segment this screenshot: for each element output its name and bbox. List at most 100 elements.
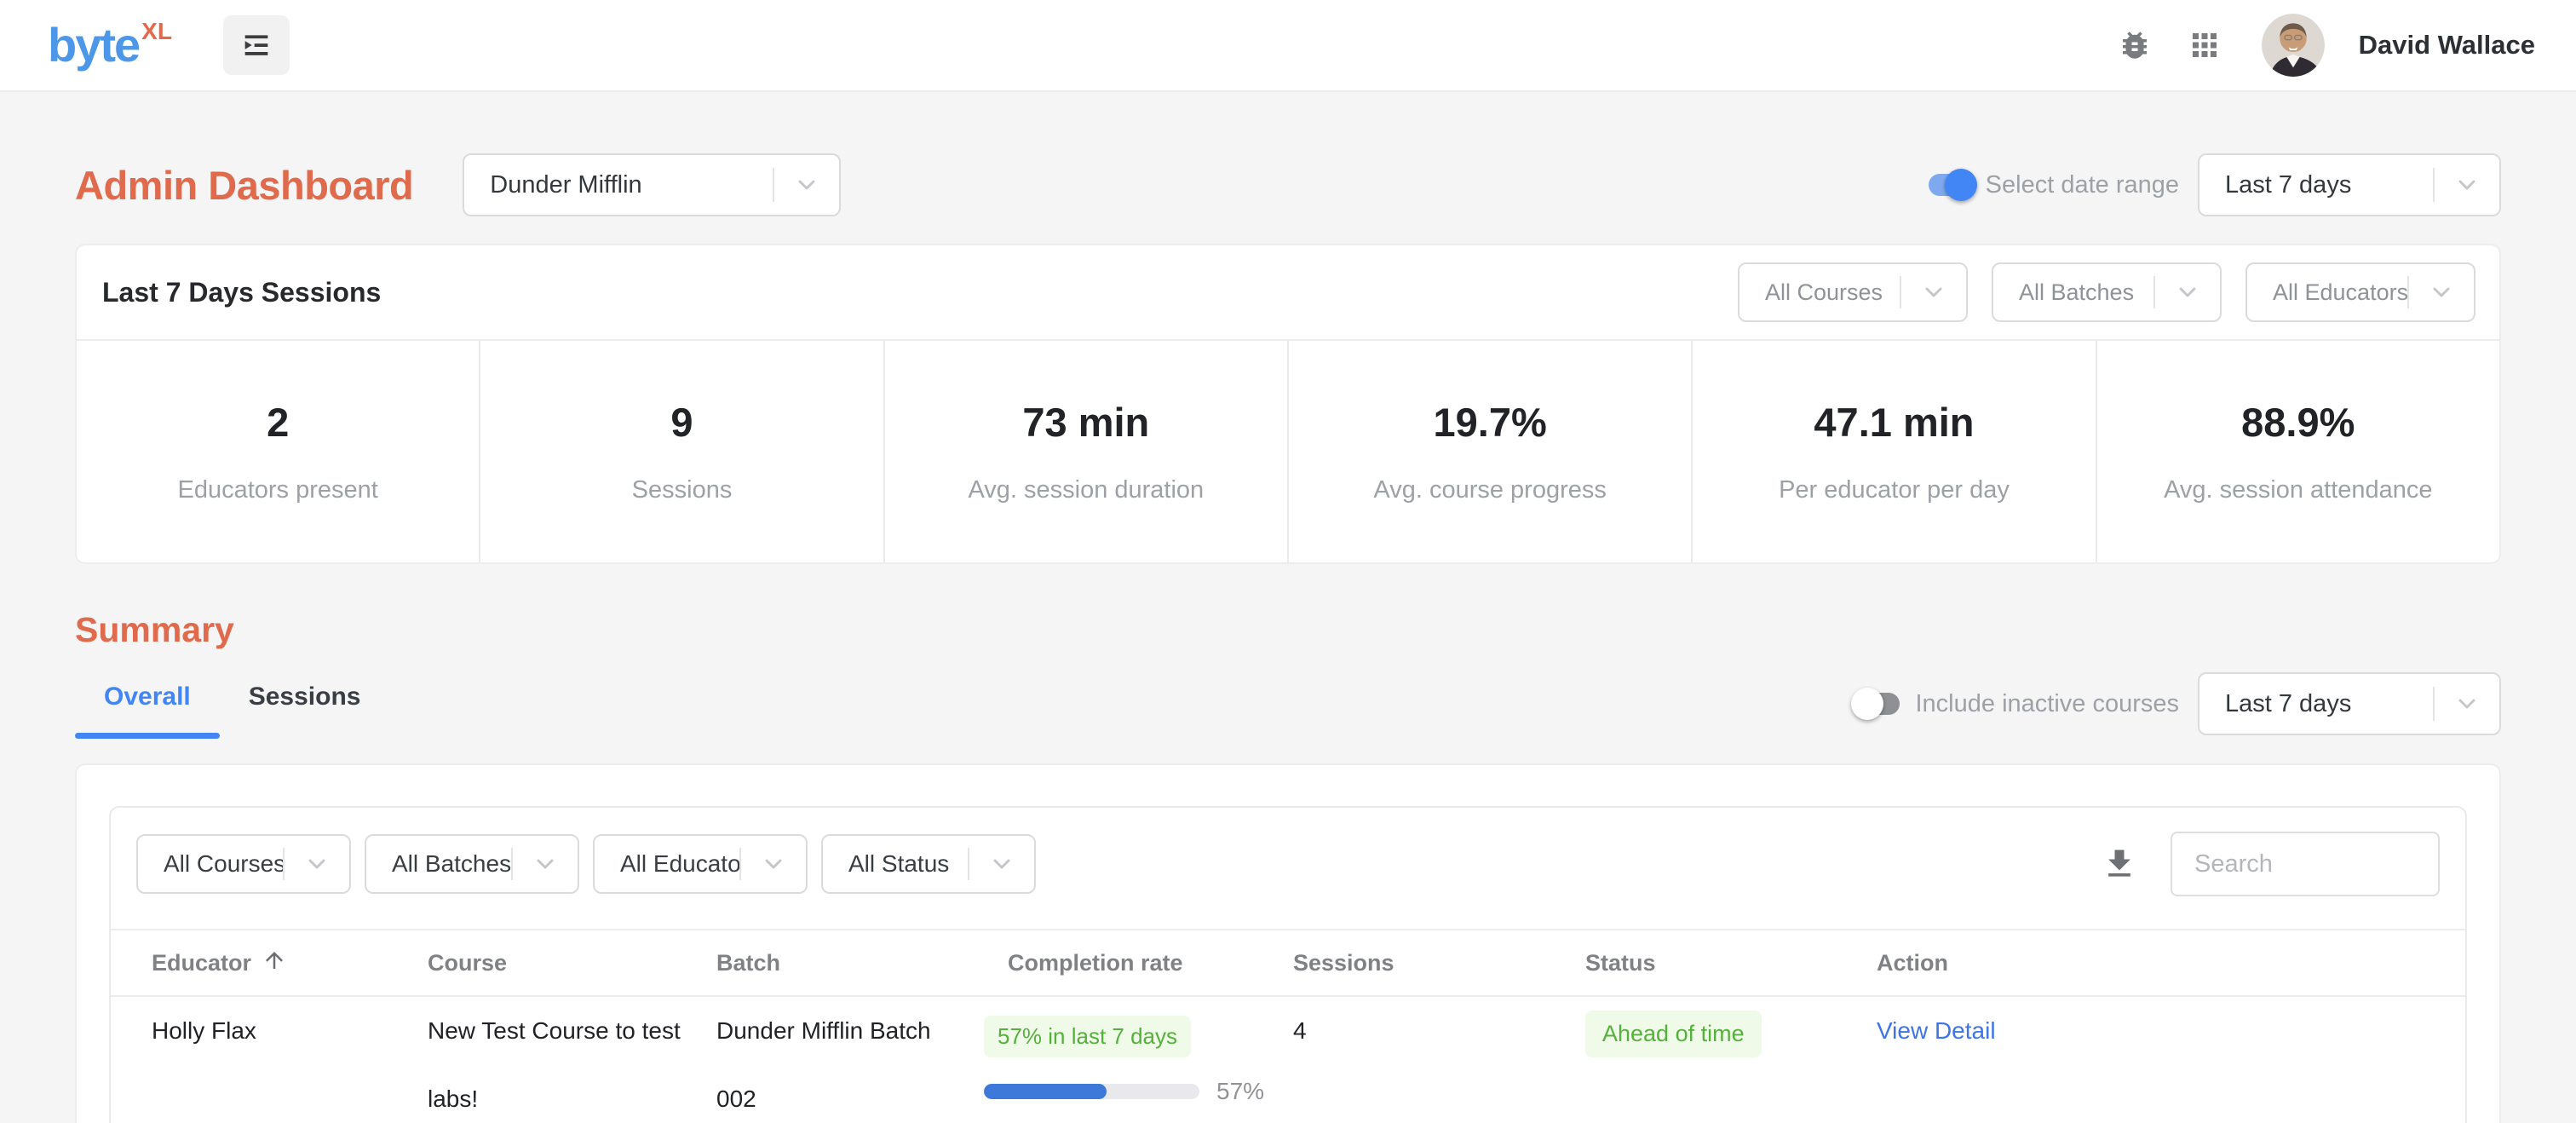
- top-bar: byte XL: [0, 0, 2576, 92]
- app-logo[interactable]: byte XL: [48, 21, 172, 69]
- progress-percentage-label: 57%: [1216, 1078, 1264, 1105]
- table-header-row: Educator Course Batch Completion rate Se…: [111, 929, 2465, 997]
- sessions-card-header: Last 7 Days Sessions All Courses All Bat…: [77, 245, 2499, 341]
- bug-icon: [2117, 27, 2153, 63]
- date-range-select[interactable]: Last 7 days: [2198, 153, 2501, 216]
- table-batches-filter-value: All Batches: [366, 850, 511, 878]
- stat-avg-session-attendance: 88.9% Avg. session attendance: [2096, 341, 2499, 562]
- view-detail-link[interactable]: View Detail: [1877, 997, 1996, 1065]
- educators-filter-select[interactable]: All Educators: [2245, 262, 2475, 322]
- stat-avg-course-progress: 19.7% Avg. course progress: [1287, 341, 1691, 562]
- dashboard-main: Admin Dashboard Dunder Mifflin Select da…: [0, 92, 2576, 1123]
- bug-report-button[interactable]: [2117, 27, 2153, 63]
- summary-table-card: All Courses All Batches All Educators: [75, 763, 2501, 1123]
- column-header-educator[interactable]: Educator: [152, 947, 428, 979]
- summary-right-controls: Include inactive courses Last 7 days: [1851, 672, 2502, 735]
- stat-label: Sessions: [632, 476, 733, 504]
- user-name[interactable]: David Wallace: [2359, 30, 2535, 60]
- stat-value: 88.9%: [2241, 399, 2355, 446]
- table-filters: All Courses All Batches All Educators: [136, 834, 1036, 894]
- chevron-down-icon: [2435, 690, 2499, 717]
- summary-title: Summary: [75, 610, 2501, 650]
- table-toolbar: All Courses All Batches All Educators: [111, 808, 2465, 929]
- progress-bar-track: [984, 1084, 1199, 1099]
- stat-value: 47.1 min: [1814, 399, 1974, 446]
- sessions-cell: 4: [1293, 997, 1585, 1123]
- completion-badge: 57% in last 7 days: [984, 1016, 1191, 1057]
- logo-superscript: XL: [141, 20, 172, 43]
- table-courses-filter-value: All Courses: [138, 850, 283, 878]
- stat-per-educator-per-day: 47.1 min Per educator per day: [1691, 341, 2095, 562]
- column-header-sessions[interactable]: Sessions: [1293, 950, 1585, 976]
- stat-sessions: 9 Sessions: [479, 341, 883, 562]
- tab-overall[interactable]: Overall: [75, 669, 220, 739]
- progress-bar-fill: [984, 1084, 1107, 1099]
- completion-rate-cell: 57% in last 7 days 57%: [984, 997, 1293, 1123]
- chevron-down-icon: [2155, 279, 2220, 306]
- stat-label: Avg. session duration: [968, 476, 1204, 504]
- table-educators-filter-select[interactable]: All Educators: [593, 834, 808, 894]
- include-inactive-courses-label: Include inactive courses: [1916, 690, 2180, 718]
- last-7-days-sessions-card: Last 7 Days Sessions All Courses All Bat…: [75, 244, 2501, 564]
- stat-value: 73 min: [1022, 399, 1149, 446]
- educator-cell: Holly Flax: [152, 997, 428, 1123]
- stat-label: Per educator per day: [1779, 476, 2010, 504]
- title-row: Admin Dashboard Dunder Mifflin Select da…: [75, 153, 2501, 216]
- toggle-knob: [1945, 169, 1977, 201]
- summary-controls-row: Overall Sessions Include inactive course…: [75, 669, 2501, 739]
- select-date-range-toggle[interactable]: [1921, 168, 1977, 202]
- avatar-photo: [2262, 14, 2325, 77]
- batches-filter-value: All Batches: [1993, 279, 2153, 306]
- organization-select[interactable]: Dunder Mifflin: [463, 153, 841, 216]
- completion-progress: 57%: [984, 1078, 1293, 1105]
- sessions-card-title: Last 7 Days Sessions: [102, 277, 381, 308]
- chevron-down-icon: [1901, 279, 1966, 306]
- table-courses-filter-select[interactable]: All Courses: [136, 834, 351, 894]
- top-bar-actions: David Wallace: [2117, 14, 2535, 77]
- chevron-down-icon: [513, 850, 578, 878]
- table-educators-filter-value: All Educators: [595, 850, 739, 878]
- courses-filter-select[interactable]: All Courses: [1738, 262, 1968, 322]
- logo-text: byte: [48, 21, 139, 69]
- chevron-down-icon: [285, 850, 349, 878]
- user-avatar[interactable]: [2262, 14, 2325, 77]
- stats-row: 2 Educators present 9 Sessions 73 min Av…: [77, 341, 2499, 562]
- stat-label: Avg. session attendance: [2164, 476, 2432, 504]
- column-header-completion-rate[interactable]: Completion rate: [984, 950, 1293, 976]
- sort-ascending-icon[interactable]: [251, 947, 287, 979]
- search-input[interactable]: [2171, 832, 2440, 896]
- chevron-down-icon: [741, 850, 806, 878]
- action-cell: View Detail: [1877, 997, 2465, 1123]
- summary-date-range-select[interactable]: Last 7 days: [2198, 672, 2501, 735]
- batches-filter-select[interactable]: All Batches: [1992, 262, 2222, 322]
- column-header-action[interactable]: Action: [1877, 950, 2465, 976]
- status-cell: Ahead of time: [1585, 997, 1877, 1123]
- stat-label: Educators present: [177, 476, 377, 504]
- batch-cell: Dunder Mifflin Batch 002: [716, 997, 984, 1123]
- table-row: Holly Flax New Test Course to test labs!…: [111, 997, 2465, 1123]
- tab-sessions[interactable]: Sessions: [220, 669, 390, 739]
- stat-value: 2: [267, 399, 289, 446]
- course-cell: New Test Course to test labs!: [428, 997, 716, 1123]
- column-header-status[interactable]: Status: [1585, 950, 1877, 976]
- table-batches-filter-select[interactable]: All Batches: [365, 834, 579, 894]
- sidebar-toggle-button[interactable]: [223, 15, 290, 75]
- summary-table-panel: All Courses All Batches All Educators: [109, 806, 2467, 1123]
- chevron-down-icon: [774, 171, 839, 199]
- column-header-course[interactable]: Course: [428, 950, 716, 976]
- summary-date-range-value: Last 7 days: [2199, 690, 2433, 718]
- stat-educators-present: 2 Educators present: [77, 341, 479, 562]
- toggle-knob: [1851, 688, 1883, 720]
- download-button[interactable]: [2101, 845, 2138, 883]
- include-inactive-courses-toggle[interactable]: [1851, 687, 1907, 721]
- page-title: Admin Dashboard: [75, 162, 413, 209]
- table-status-filter-select[interactable]: All Status: [821, 834, 1036, 894]
- stat-value: 19.7%: [1434, 399, 1547, 446]
- indent-menu-icon: [239, 28, 273, 62]
- column-header-label: Educator: [152, 950, 251, 976]
- apps-launcher-button[interactable]: [2187, 27, 2222, 63]
- stat-value: 9: [670, 399, 693, 446]
- column-header-batch[interactable]: Batch: [716, 950, 984, 976]
- summary-tabs: Overall Sessions: [75, 669, 389, 739]
- status-badge: Ahead of time: [1585, 1011, 1762, 1057]
